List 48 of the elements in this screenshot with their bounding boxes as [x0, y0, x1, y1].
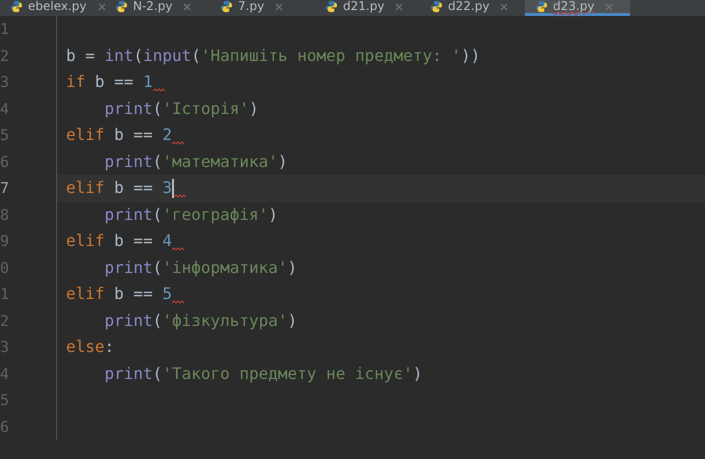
close-icon[interactable]: [183, 2, 192, 10]
code-line: elif b == 3: [66, 177, 172, 199]
code-line: elif b == 4: [66, 230, 172, 252]
code-line: print('математика'): [104, 150, 288, 172]
line-number: 3: [0, 72, 10, 93]
file-tab[interactable]: 7.py: [210, 0, 315, 16]
line-number: 1: [0, 19, 10, 40]
code-line: else:: [66, 336, 114, 358]
line-number: 2: [0, 46, 10, 66]
text-cursor: [172, 178, 174, 198]
code-line: print('інформатика'): [104, 256, 298, 278]
python-file-icon: [325, 0, 338, 13]
code-line: elif b == 2: [66, 124, 172, 146]
code-line: print('Історія'): [104, 98, 259, 120]
python-file-icon: [535, 0, 548, 13]
line-number: 1: [0, 284, 10, 305]
line-number: 0: [0, 258, 10, 278]
close-icon[interactable]: [275, 2, 284, 10]
code-line: print('Такого предмету не існує'): [104, 362, 422, 384]
code-line: if b == 1: [66, 71, 153, 93]
file-tab[interactable]: d21.py: [315, 0, 420, 16]
code-line: b = int(input('Напишіть номер предмету: ')): [66, 44, 480, 66]
close-icon[interactable]: [605, 2, 614, 10]
close-icon[interactable]: [98, 2, 106, 10]
line-number: 4: [0, 98, 10, 120]
line-number: 4: [0, 364, 10, 384]
code-line: print('фізкультура'): [104, 310, 298, 332]
line-number: 6: [0, 152, 10, 172]
line-number: 2: [0, 310, 10, 332]
close-icon[interactable]: [395, 2, 404, 10]
file-tab[interactable]: N-2.py: [105, 0, 210, 16]
code-line: elif b == 5: [66, 283, 172, 305]
line-number: 5: [0, 390, 10, 411]
line-number: 7: [0, 178, 10, 199]
python-file-icon: [220, 0, 233, 13]
file-tab[interactable]: d22.py: [420, 0, 525, 16]
line-number: 5: [0, 125, 10, 146]
line-number: 9: [0, 231, 10, 252]
python-file-icon: [10, 0, 23, 13]
python-file-icon: [430, 0, 443, 13]
file-tab[interactable]: ebelex.py: [0, 0, 105, 16]
code-line: print('географія'): [104, 204, 278, 226]
python-file-icon: [115, 0, 128, 13]
line-number: 3: [0, 337, 10, 358]
line-number: 6: [0, 416, 10, 438]
file-tab[interactable]: d23.py: [525, 0, 630, 16]
close-icon[interactable]: [500, 2, 508, 10]
line-number: 8: [0, 204, 10, 226]
